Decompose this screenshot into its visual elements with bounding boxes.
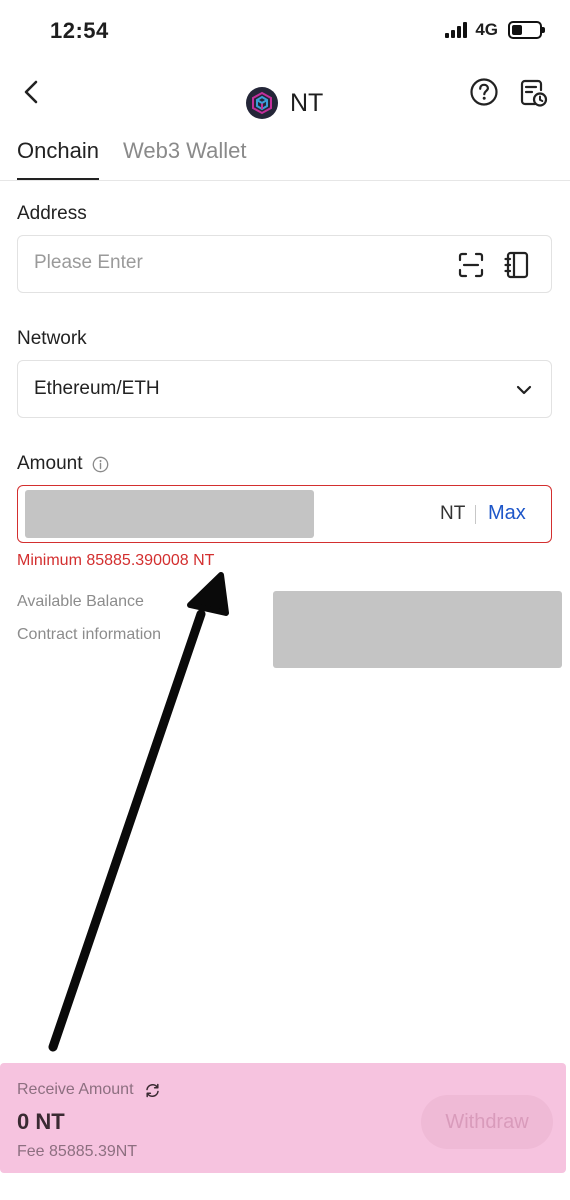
withdraw-button[interactable]: Withdraw: [421, 1095, 553, 1149]
address-input[interactable]: Please Enter: [17, 235, 552, 293]
network-type: 4G: [475, 20, 498, 39]
history-button[interactable]: [516, 76, 550, 110]
amount-error-text: Minimum 85885.390008 NT: [17, 552, 215, 569]
amount-unit: NT: [440, 503, 466, 524]
question-circle-icon: [470, 78, 498, 106]
address-label: Address: [17, 203, 87, 224]
status-bar: 12:54 4G: [0, 0, 570, 62]
help-button[interactable]: [468, 76, 500, 108]
amount-label: Amount: [17, 453, 83, 474]
network-select[interactable]: Ethereum/ETH: [17, 360, 552, 418]
network-value: Ethereum/ETH: [34, 378, 160, 399]
withdraw-footer: Receive Amount 0 NT Fee 85885.39NT Withd…: [0, 1063, 566, 1173]
divider: [475, 505, 476, 524]
battery-icon: [508, 21, 545, 39]
refresh-icon[interactable]: [144, 1082, 161, 1099]
amount-input[interactable]: NT Max: [17, 485, 552, 543]
receive-amount-label: Receive Amount: [17, 1081, 134, 1098]
tab-web3-wallet[interactable]: Web3 Wallet: [123, 138, 247, 164]
back-button[interactable]: [14, 74, 50, 110]
max-button[interactable]: Max: [488, 502, 526, 525]
status-time: 12:54: [50, 18, 109, 43]
receive-amount-value: 0 NT: [17, 1109, 65, 1134]
nav-header: NT: [0, 62, 570, 134]
scan-icon[interactable]: [458, 252, 484, 278]
address-book-icon[interactable]: [504, 251, 530, 279]
network-label: Network: [17, 328, 87, 349]
tab-onchain[interactable]: Onchain: [17, 138, 99, 180]
coin-title: NT: [246, 87, 323, 119]
status-indicators: 4G: [445, 20, 545, 40]
signal-icon: [445, 22, 468, 38]
contract-info-label: Contract information: [17, 626, 162, 643]
coin-name: NT: [290, 88, 324, 117]
available-balance-label: Available Balance: [17, 593, 144, 610]
redacted-amount-value: [25, 490, 314, 538]
redacted-details-value: [273, 591, 562, 668]
chevron-left-icon: [24, 80, 38, 104]
info-icon[interactable]: [92, 456, 109, 473]
fee-text: Fee 85885.39NT: [17, 1143, 138, 1160]
chevron-down-icon: [516, 385, 532, 395]
address-placeholder: Please Enter: [34, 252, 143, 273]
tab-bar: Onchain Web3 Wallet: [0, 130, 570, 181]
coin-logo-icon: [246, 87, 278, 119]
record-clock-icon: [520, 79, 548, 107]
